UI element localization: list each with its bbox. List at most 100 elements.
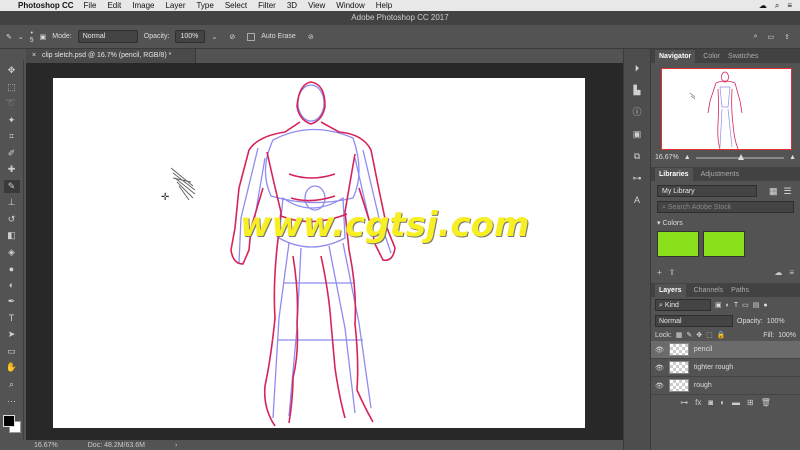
status-zoom[interactable]: 16.67% [34,442,58,449]
layer-row-pencil[interactable]: 👁 pencil [651,341,800,359]
tool-preset-chevron-icon[interactable]: ⌄ [18,33,24,41]
visibility-eye-icon[interactable]: 👁 [655,364,664,372]
canvas-area[interactable]: ✛ www.cgtsj.com [26,63,623,440]
creative-cloud-icon[interactable]: ☁ [759,1,767,11]
menu-help[interactable]: Help [376,1,392,10]
add-content-icon[interactable]: + [657,268,662,277]
navigator-zoom-value[interactable]: 16.67% [655,154,679,161]
filter-toggle-icon[interactable]: ● [763,302,767,309]
search-icon[interactable]: ⌕ [754,33,758,41]
notifications-icon[interactable]: ≡ [787,1,792,11]
lock-image-icon[interactable]: ✎ [686,331,692,339]
filter-shape-icon[interactable]: ▭ [742,301,749,309]
document-tab[interactable]: × clip sletch.psd @ 16.7% (pencil, RGB/8… [26,49,196,63]
document-canvas[interactable]: ✛ [53,78,585,428]
kind-filter-dropdown[interactable]: ⌕ Kind [655,299,711,311]
dodge-tool-icon[interactable]: ◐ [4,279,20,293]
zoom-out-icon[interactable]: ▲ [684,154,691,161]
tab-navigator[interactable]: Navigator [655,49,696,63]
rectangle-tool-icon[interactable]: ▭ [4,345,20,359]
delete-layer-icon[interactable]: 🗑 [761,398,771,407]
tab-channels[interactable]: Channels [694,287,724,294]
pen-tool-icon[interactable]: ✒ [4,295,20,309]
clone-stamp-tool-icon[interactable]: ⊥ [4,196,20,210]
add-mask-icon[interactable]: ◙ [708,398,713,407]
tab-color[interactable]: Color [703,53,720,60]
layer-row-rough[interactable]: 👁 rough [651,377,800,395]
crop-tool-icon[interactable]: ⌗ [4,130,20,144]
zoom-tool-icon[interactable]: ⌕ [4,378,20,392]
navigator-zoom-slider[interactable] [695,153,785,160]
filter-pixel-icon[interactable]: ▣ [715,301,722,309]
menu-window[interactable]: Window [336,1,364,10]
panel-menu-icon[interactable]: ≡ [789,268,794,277]
visibility-eye-icon[interactable]: 👁 [655,346,664,354]
quick-select-tool-icon[interactable]: ✦ [4,114,20,128]
share-icon[interactable]: ⇪ [784,33,790,41]
menu-select[interactable]: Select [225,1,247,10]
new-layer-icon[interactable]: ⊞ [747,398,754,407]
paint-bucket-tool-icon[interactable]: ◈ [4,246,20,260]
stock-search-input[interactable]: ⌕ Search Adobe Stock [657,201,794,213]
menu-image[interactable]: Image [132,1,154,10]
menu-file[interactable]: File [84,1,97,10]
lock-position-icon[interactable]: ✥ [696,331,702,339]
menu-3d[interactable]: 3D [287,1,297,10]
pressure-size-icon[interactable]: ⊘ [308,33,314,41]
lasso-tool-icon[interactable]: ➰ [4,97,20,111]
type-tool-icon[interactable]: T [4,312,20,326]
new-adjustment-icon[interactable]: ◐ [720,398,725,407]
link-layers-icon[interactable]: ⊶ [680,398,688,407]
lock-artboard-icon[interactable]: ⬚ [706,331,713,339]
histogram-panel-icon[interactable]: ▙ [630,83,644,97]
eraser-tool-icon[interactable]: ◧ [4,229,20,243]
blur-tool-icon[interactable]: ● [4,262,20,276]
tab-libraries[interactable]: Libraries [655,167,693,181]
brush-preset-picker[interactable]: • 5 [30,30,34,44]
spotlight-icon[interactable]: ⌕ [775,1,779,11]
history-panel-icon[interactable]: ⏵ [630,61,644,75]
clone-source-panel-icon[interactable]: ⧉ [630,149,644,163]
lock-all-icon[interactable]: 🔒 [717,331,726,339]
opacity-field[interactable]: 100% [175,30,206,43]
fill-value[interactable]: 100% [778,332,796,339]
library-color-swatch-1[interactable] [657,231,699,257]
pencil-tool-active-icon[interactable]: ✎ [3,179,20,193]
menu-edit[interactable]: Edit [107,1,121,10]
status-more-arrow[interactable]: › [175,442,177,449]
brush-settings-panel-icon[interactable]: ▣ [630,127,644,141]
color-swatches[interactable] [2,414,21,433]
zoom-slider-knob[interactable] [738,153,745,160]
brush-panel-icon[interactable]: ▣ [40,33,47,41]
workspace-icon[interactable]: ▭ [768,33,775,41]
info-panel-icon[interactable]: ⓘ [630,105,644,119]
upload-icon[interactable]: ⇪ [669,268,676,277]
pencil-tool-icon[interactable]: ✎ [6,33,12,41]
tab-layers[interactable]: Layers [655,283,686,297]
filter-type-icon[interactable]: T [734,302,738,309]
menu-layer[interactable]: Layer [165,1,185,10]
properties-panel-icon[interactable]: ⊶ [630,171,644,185]
tab-swatches[interactable]: Swatches [728,53,758,60]
history-brush-tool-icon[interactable]: ↺ [4,213,20,227]
filter-smart-object-icon[interactable]: ▤ [753,301,760,309]
hand-tool-icon[interactable]: ✋ [4,361,20,375]
mode-dropdown[interactable]: Normal [77,30,138,43]
grid-view-icon[interactable]: ▦ [769,186,778,197]
auto-erase-checkbox[interactable] [247,32,256,41]
close-tab-icon[interactable]: × [32,52,36,59]
list-view-icon[interactable]: ☰ [784,186,792,197]
move-tool-icon[interactable]: ✥ [4,64,20,78]
filter-adjustment-icon[interactable]: ◐ [726,302,730,309]
colors-section-header[interactable]: ▾ Colors [651,217,800,229]
cloud-sync-icon[interactable]: ☁ [774,268,782,277]
edit-toolbar-icon[interactable]: ··· [4,394,20,408]
character-panel-icon[interactable]: A [630,193,644,207]
menu-view[interactable]: View [308,1,325,10]
visibility-eye-icon[interactable]: 👁 [655,382,664,390]
pressure-opacity-icon[interactable]: ⊘ [229,33,235,41]
layer-row-tighter-rough[interactable]: 👁 tighter rough [651,359,800,377]
tab-adjustments[interactable]: Adjustments [701,171,740,178]
menu-type[interactable]: Type [196,1,213,10]
zoom-in-icon[interactable]: ▲ [789,154,796,161]
